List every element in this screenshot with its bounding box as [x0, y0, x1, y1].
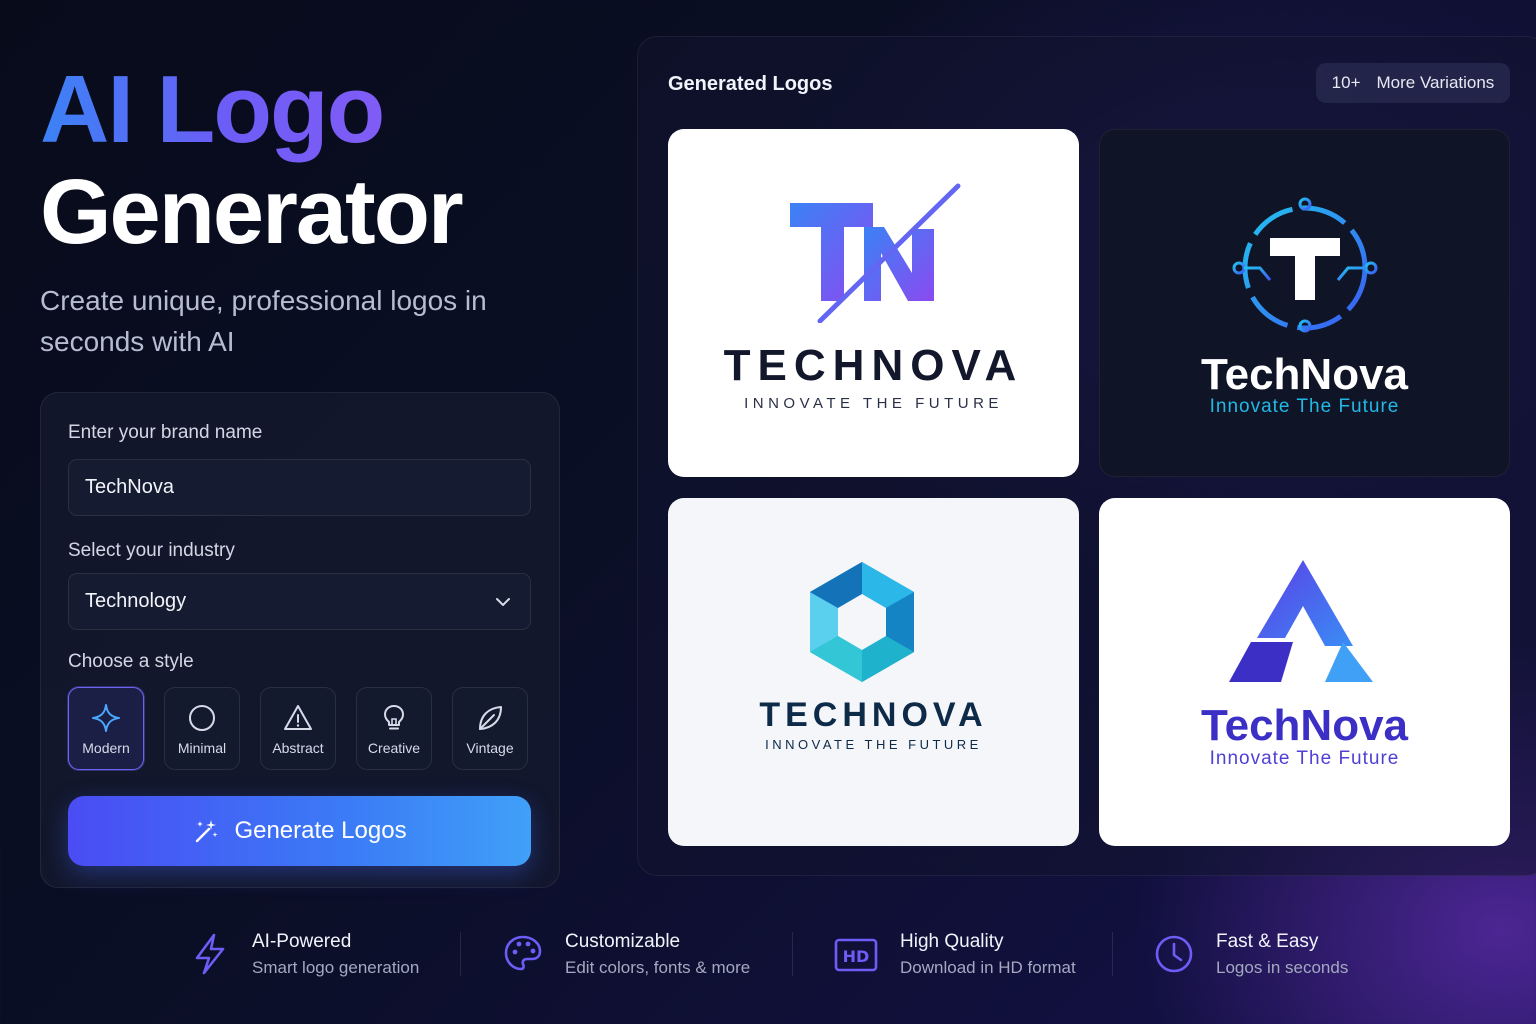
leaf-icon [479, 706, 502, 730]
style-option-label: Modern [82, 740, 130, 756]
style-option-abstract[interactable]: Abstract [260, 687, 336, 770]
industry-label: Select your industry [68, 540, 235, 561]
generate-logos-button[interactable]: Generate Logos [68, 796, 531, 866]
t-circuit-icon [1232, 197, 1378, 333]
circle-icon [189, 705, 215, 731]
style-option-label: Creative [367, 740, 421, 756]
hero-subtitle: Create unique, professional logos in sec… [40, 285, 487, 357]
feature-divider [460, 932, 461, 976]
palette-icon [504, 935, 542, 971]
sparkle-icon [92, 704, 120, 732]
magic-wand-icon [196, 820, 219, 843]
logo-tagline: INNOVATE THE FUTURE [744, 395, 1003, 412]
lightning-icon [195, 933, 225, 975]
feature-divider [792, 932, 793, 976]
style-option-vintage[interactable]: Vintage [452, 687, 528, 770]
logo-form-panel: Enter your brand name TechNova Select yo… [40, 392, 560, 888]
tn-monogram-icon [790, 183, 961, 323]
logo-tagline: Innovate The Future [1209, 748, 1400, 769]
feature-title: Customizable [565, 931, 681, 952]
style-option-creative[interactable]: Creative [356, 687, 432, 770]
feature-title: AI-Powered [252, 931, 352, 952]
generated-logos-panel: Generated Logos 10+ More Variations TECH… [637, 36, 1536, 876]
feature-fast-easy: Fast & Easy Logos in seconds [1154, 928, 1348, 980]
logo-tagline: INNOVATE THE FUTURE [765, 737, 982, 752]
logo-brand-name: TECHNOVA [759, 696, 988, 734]
clock-icon [1155, 935, 1193, 973]
chevron-down-icon [496, 598, 510, 606]
hd-icon: HD [834, 938, 878, 972]
logo-card-1[interactable]: TECHNOVA INNOVATE THE FUTURE [668, 129, 1079, 477]
feature-subtitle: Edit colors, fonts & more [565, 958, 751, 977]
logo-card-4[interactable]: TechNova Innovate The Future [1099, 498, 1510, 846]
style-option-label: Minimal [177, 740, 227, 756]
style-label: Choose a style [68, 651, 194, 672]
feature-title: Fast & Easy [1216, 931, 1319, 952]
more-variations-count: 10+ [1331, 73, 1361, 92]
style-option-modern[interactable]: Modern [68, 687, 144, 770]
logo-card-3[interactable]: TECHNOVA INNOVATE THE FUTURE [668, 498, 1079, 846]
brand-name-label: Enter your brand name [68, 422, 263, 443]
feature-divider [1112, 932, 1113, 976]
feature-title: High Quality [900, 931, 1004, 952]
triangle-icon [284, 705, 312, 730]
more-variations-label: More Variations [1376, 73, 1495, 92]
generated-logos-title: Generated Logos [668, 73, 833, 95]
industry-select-value: Technology [85, 590, 187, 612]
hero-title-line1: AI Logo [40, 62, 462, 166]
style-options: Modern Minimal Abstract Creative Vintage [68, 687, 528, 770]
style-option-minimal[interactable]: Minimal [164, 687, 240, 770]
hero-title: AI Logo Generator [40, 62, 464, 263]
feature-subtitle: Logos in seconds [1216, 958, 1349, 977]
feature-subtitle: Smart logo generation [252, 958, 420, 977]
style-option-label: Abstract [272, 740, 324, 756]
a-triangle-icon [1229, 560, 1373, 682]
logo-brand-name: TechNova [1200, 350, 1409, 399]
feature-customizable: Customizable Edit colors, fonts & more [503, 928, 750, 980]
industry-select[interactable]: Technology [68, 573, 531, 630]
brand-name-input[interactable]: TechNova [68, 459, 531, 516]
hero-title-line2: Generator [40, 161, 464, 263]
hexagon-icon [810, 562, 914, 682]
feature-high-quality: HD High Quality Download in HD format [834, 928, 1076, 980]
logo-card-2[interactable]: TechNova Innovate The Future [1099, 129, 1510, 477]
logo-tagline: Innovate The Future [1209, 396, 1400, 417]
logo-brand-name: TechNova [1200, 701, 1409, 750]
more-variations-button[interactable]: 10+ More Variations [1316, 63, 1510, 103]
logo-brand-name: TECHNOVA [723, 341, 1024, 390]
svg-text:HD: HD [843, 947, 870, 966]
generate-logos-label: Generate Logos [234, 817, 407, 844]
lightbulb-icon [384, 705, 404, 730]
style-option-label: Vintage [466, 740, 514, 756]
feature-ai-powered: AI-Powered Smart logo generation [190, 928, 419, 980]
feature-subtitle: Download in HD format [900, 958, 1076, 977]
features-bar: AI-Powered Smart logo generation Customi… [0, 928, 1536, 988]
